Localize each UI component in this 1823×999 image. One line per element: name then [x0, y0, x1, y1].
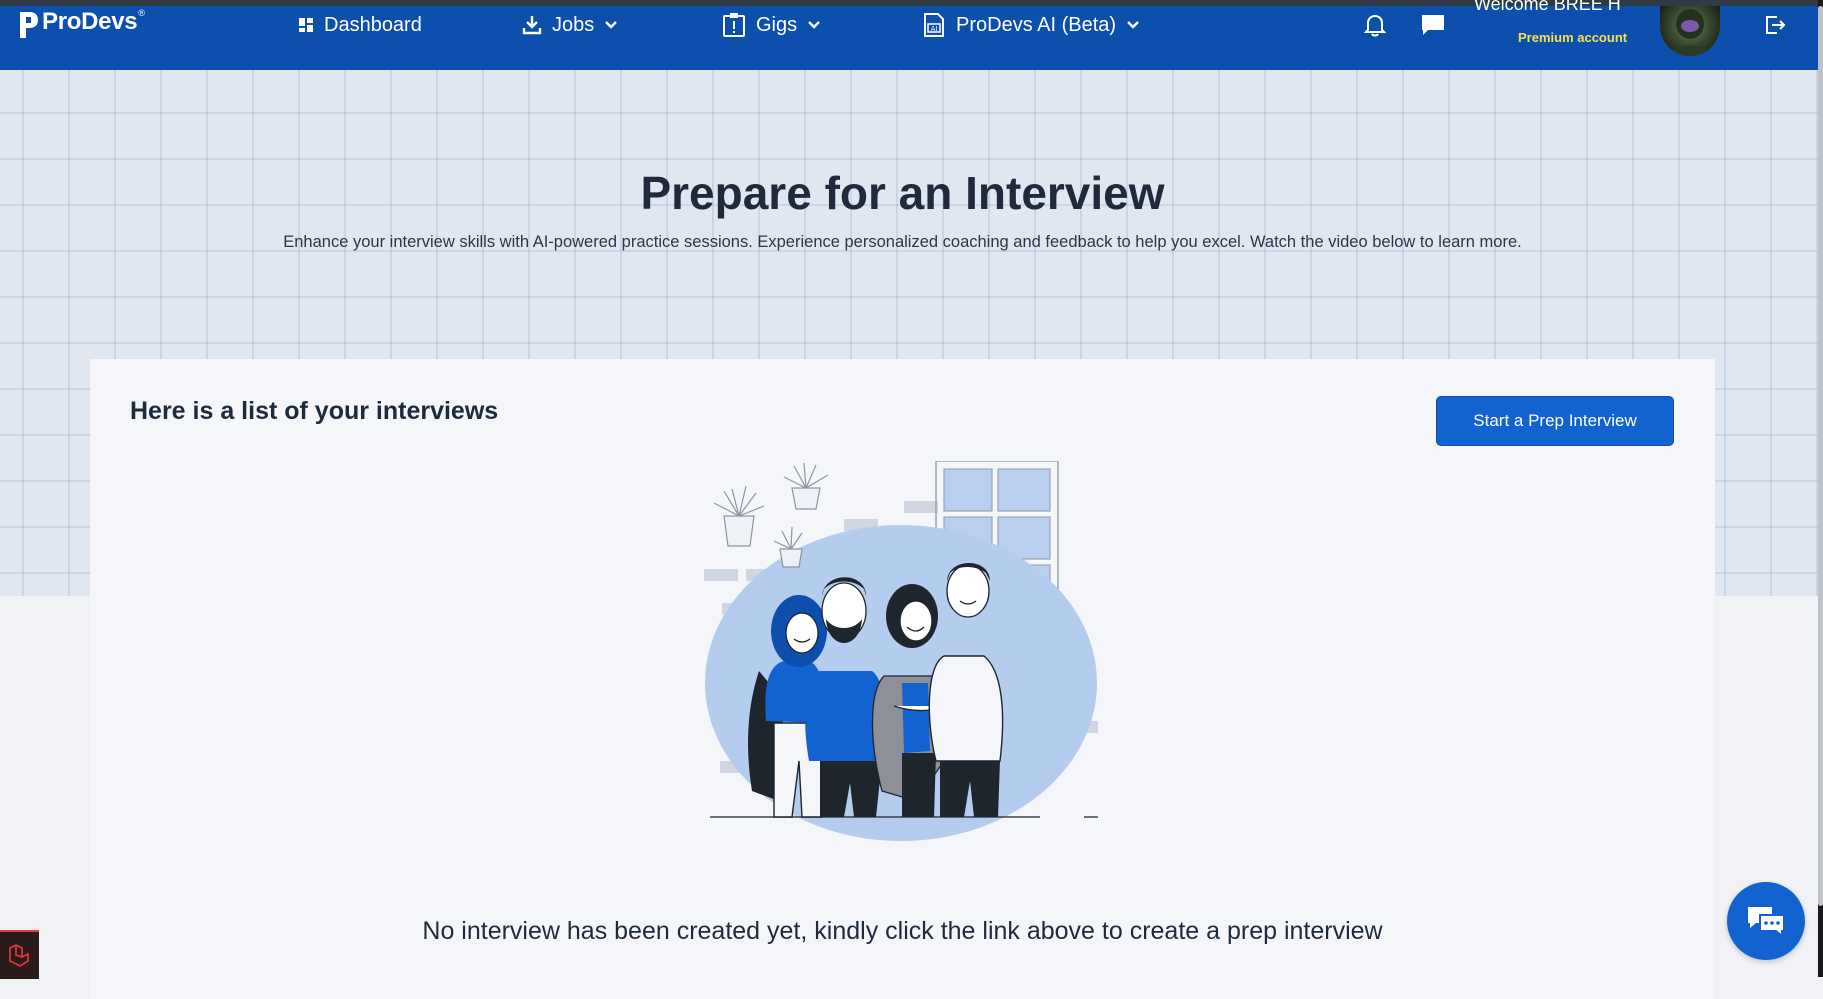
download-icon: [522, 14, 542, 36]
chevron-down-icon: [604, 20, 618, 30]
interviews-list-title: Here is a list of your interviews: [130, 397, 499, 425]
chevron-down-icon: [807, 20, 821, 30]
logout-button[interactable]: [1760, 8, 1790, 42]
start-prep-interview-button[interactable]: Start a Prep Interview: [1436, 396, 1674, 446]
laravel-icon: [8, 943, 29, 967]
brand-name: ProDevs: [42, 8, 138, 35]
nav-dashboard-label: Dashboard: [324, 13, 422, 36]
nav-prodevs-ai-label: ProDevs AI (Beta): [956, 13, 1117, 36]
registered-mark: ®: [138, 8, 145, 18]
page-subtitle: Enhance your interview skills with AI-po…: [283, 233, 1522, 251]
message-icon: [1422, 15, 1444, 35]
interviews-card: Here is a list of your interviews Start …: [90, 359, 1715, 999]
chat-bubbles-icon: [1748, 907, 1785, 939]
prodevs-logo-icon: [20, 12, 38, 38]
nav-gigs-label: Gigs: [756, 13, 798, 36]
chevron-down-icon: [1126, 20, 1140, 30]
notifications-button[interactable]: [1360, 8, 1390, 42]
page-title: Prepare for an Interview: [640, 167, 1165, 219]
live-chat-button[interactable]: [1727, 882, 1805, 960]
svg-text:AI: AI: [931, 25, 938, 33]
ai-document-icon: AI: [922, 12, 946, 38]
empty-state-message: No interview has been created yet, kindl…: [422, 917, 1383, 945]
nav-gigs[interactable]: Gigs: [722, 8, 821, 42]
nav-jobs-label: Jobs: [552, 13, 595, 36]
clipboard-alert-icon: [722, 12, 746, 38]
nav-prodevs-ai[interactable]: AI ProDevs AI (Beta): [922, 8, 1140, 42]
bell-icon: [1364, 14, 1386, 37]
scrollbar-thumb[interactable]: [1818, 6, 1823, 906]
messages-button[interactable]: [1416, 8, 1450, 42]
page-scrollbar[interactable]: [1818, 0, 1823, 977]
team-illustration: [704, 461, 1098, 841]
top-navbar: ProDevs ® Dashboard Jobs Gigs AI ProDevs…: [0, 0, 1818, 70]
nav-jobs[interactable]: Jobs: [522, 8, 618, 42]
avatar-image: [1668, 9, 1712, 56]
account-type-badge: Premium account: [1518, 30, 1628, 45]
dashboard-icon: [298, 17, 314, 33]
avatar[interactable]: [1660, 6, 1720, 56]
debug-toolbar-toggle[interactable]: [0, 930, 39, 979]
welcome-text: Welcome BREE H: [1474, 0, 1621, 14]
nav-dashboard[interactable]: Dashboard: [298, 8, 422, 42]
prodevs-logo[interactable]: ProDevs ®: [18, 6, 145, 42]
logout-icon: [1766, 16, 1786, 34]
